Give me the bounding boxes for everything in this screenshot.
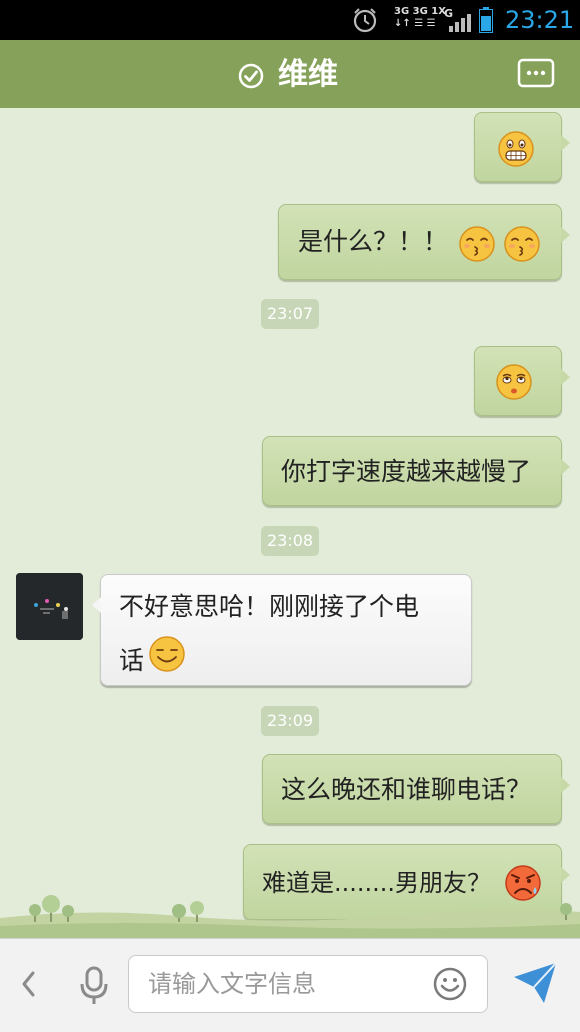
- battery-icon: [479, 7, 493, 33]
- more-menu-button[interactable]: [517, 58, 555, 90]
- bubble-tail: [561, 459, 570, 475]
- bubble-tail: [561, 135, 570, 151]
- message-bubble-outgoing[interactable]: 是什么？！！: [278, 204, 570, 280]
- message-text: 你打字速度越来越慢了: [281, 457, 532, 486]
- status-time: 23:21: [505, 6, 575, 34]
- message-bubble-outgoing[interactable]: 这么晚还和谁聊电话？: [262, 754, 570, 824]
- smile-emoji-icon: [149, 636, 185, 672]
- status-bar: 3G 3G 1X ↓↑ ☰ ☰ G 23:21: [0, 0, 580, 40]
- message-text: 这么晚还和谁聊电话？: [281, 775, 532, 804]
- contact-avatar[interactable]: [16, 573, 83, 640]
- timestamp: 23:07: [261, 299, 319, 329]
- title-bar-scallop: [0, 100, 580, 105]
- bubble-tail: [561, 227, 570, 243]
- bubble-tail: [561, 369, 570, 385]
- signal-icon: [449, 14, 471, 32]
- bubble-tail: [561, 777, 570, 793]
- send-icon[interactable]: [512, 961, 558, 1005]
- chevron-left-icon[interactable]: [18, 969, 38, 999]
- bubble-tail: [92, 597, 101, 613]
- timestamp: 23:09: [261, 706, 319, 736]
- verified-check-icon: [238, 63, 264, 89]
- microphone-icon[interactable]: [78, 966, 110, 1006]
- grin-emoji-icon: [498, 131, 534, 167]
- chat-area[interactable]: 是什么？！！ 23:07 你打字速度越来越慢了 23:08 不好意思哈！刚刚接了…: [0, 108, 580, 938]
- alarm-icon: [353, 8, 377, 33]
- input-bar: [0, 938, 580, 1032]
- kiss-emoji-icon: [504, 226, 540, 262]
- eyeroll-emoji-icon: [496, 364, 532, 400]
- message-text: 是什么？！！: [298, 227, 449, 256]
- message-bubble-outgoing[interactable]: 你打字速度越来越慢了: [262, 436, 570, 506]
- message-bubble-incoming[interactable]: 不好意思哈！刚刚接了个电 话: [92, 574, 472, 686]
- network-indicator: 3G 3G 1X ↓↑ ☰ ☰: [394, 6, 446, 34]
- message-bubble-outgoing[interactable]: [474, 112, 570, 182]
- avatar-image: [16, 573, 83, 640]
- chat-title: 维维: [278, 57, 338, 92]
- message-bubble-outgoing[interactable]: [474, 346, 570, 416]
- message-text-line1: 不好意思哈！刚刚接了个电: [119, 592, 420, 621]
- network-bottom-text: ↓↑ ☰ ☰: [394, 18, 436, 29]
- message-text-line2: 话: [119, 646, 145, 675]
- smiley-icon[interactable]: [433, 967, 467, 1001]
- timestamp: 23:08: [261, 526, 319, 556]
- network-top-text: 3G 3G 1X: [394, 6, 446, 17]
- background-scenery: [0, 895, 580, 938]
- kiss-emoji-icon: [459, 226, 495, 262]
